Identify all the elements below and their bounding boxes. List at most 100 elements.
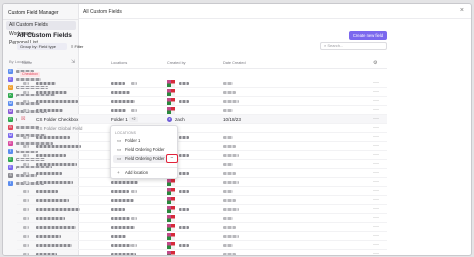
more-icon[interactable]: ··· — [373, 98, 379, 104]
location-avatar: M — [8, 132, 13, 138]
redacted-text — [111, 208, 125, 211]
more-icon[interactable]: ··· — [373, 107, 379, 113]
redacted-text — [223, 226, 236, 229]
field-icon — [23, 100, 29, 103]
more-icon[interactable]: ··· — [373, 206, 379, 212]
table-row[interactable]: ··· — [17, 106, 387, 115]
popover-header: LOCATIONS — [115, 131, 137, 135]
redacted-text — [111, 235, 126, 238]
table-row[interactable]: ··· — [17, 223, 387, 232]
redacted-text — [111, 181, 138, 184]
more-icon[interactable]: ··· — [373, 143, 379, 149]
redacted-text — [36, 217, 65, 220]
table-row[interactable]: ··· — [17, 79, 387, 88]
more-icon[interactable]: ··· — [373, 233, 379, 239]
table-row[interactable]: ··· — [17, 133, 387, 142]
table-row[interactable]: ··· — [17, 151, 387, 160]
table-row[interactable]: ··· — [17, 187, 387, 196]
avatar — [167, 215, 175, 222]
table-row[interactable]: ··· — [17, 214, 387, 223]
more-icon[interactable]: ··· — [373, 179, 379, 185]
table-row[interactable]: ··· — [17, 178, 387, 187]
collapse-icon[interactable]: ⇲ — [71, 59, 75, 65]
add-location-button[interactable]: + Add location — [113, 169, 175, 177]
more-icon[interactable]: ··· — [373, 116, 379, 122]
create-field-button[interactable]: Create new field — [349, 31, 387, 40]
more-icon[interactable]: ··· — [373, 80, 379, 86]
field-icon — [23, 136, 29, 139]
search-input[interactable]: ⌕ Search... — [320, 42, 387, 50]
field-icon — [23, 109, 29, 112]
location-avatar: E — [8, 68, 13, 74]
sidebar-item-all-fields[interactable]: All Custom Fields — [6, 21, 76, 30]
gear-icon[interactable]: ⚙ — [373, 60, 377, 66]
redacted-text — [111, 199, 134, 202]
field-location: Folder 1 — [111, 117, 128, 122]
popover-location-item[interactable]: ▭ Folder 1 — [113, 137, 175, 145]
more-icon[interactable]: ··· — [373, 125, 379, 131]
location-count-badge[interactable]: +2 — [129, 117, 138, 122]
field-icon — [23, 253, 29, 255]
field-icon — [23, 226, 29, 229]
field-icon — [23, 181, 29, 184]
field-icon — [23, 244, 29, 247]
created-by: zach — [175, 117, 185, 122]
more-icon[interactable]: ··· — [373, 215, 379, 221]
table-row[interactable]: ··· — [17, 241, 387, 250]
redacted-text — [36, 181, 73, 184]
redacted-text — [223, 235, 239, 238]
more-icon[interactable]: ··· — [373, 161, 379, 167]
more-icon[interactable]: ··· — [373, 152, 379, 158]
location-avatar: C — [8, 84, 13, 90]
more-icon[interactable]: ··· — [373, 89, 379, 95]
filter-button[interactable]: ≡ Filter — [71, 43, 83, 50]
redacted-text — [111, 217, 130, 220]
avatar — [167, 242, 175, 249]
field-icon — [23, 235, 29, 238]
group-by-button[interactable]: Group by: Field type — [17, 43, 67, 50]
table-row[interactable]: ··· — [17, 169, 387, 178]
redacted-text — [36, 109, 63, 112]
more-icon[interactable]: ··· — [373, 170, 379, 176]
table-row[interactable]: ··· — [17, 142, 387, 151]
more-icon[interactable]: ··· — [373, 197, 379, 203]
more-icon[interactable]: ··· — [373, 242, 379, 248]
table-row[interactable]: ··· — [17, 250, 387, 255]
divider — [3, 19, 79, 20]
avatar — [167, 107, 175, 114]
filter-label: Filter — [74, 44, 84, 49]
locations-popover: LOCATIONS ▭ Folder 1 ▭ Field Ordering Fo… — [110, 125, 178, 179]
table-row[interactable]: CS Folder Global Field ··· — [17, 124, 387, 133]
redacted-text — [223, 136, 233, 139]
field-name: CS Folder Checkbox — [36, 117, 79, 122]
redacted-text — [36, 172, 62, 175]
more-icon[interactable]: ··· — [373, 224, 379, 230]
minus-icon[interactable]: − — [166, 154, 178, 163]
table-row[interactable]: ··· — [17, 196, 387, 205]
topbar-title: All Custom Fields — [83, 9, 122, 15]
redacted-text — [179, 136, 189, 139]
table-row[interactable]: ··· — [17, 160, 387, 169]
more-icon[interactable]: ··· — [373, 251, 379, 255]
close-icon[interactable]: × — [460, 7, 464, 14]
table-row[interactable]: ··· — [17, 88, 387, 97]
location-avatar: B — [8, 124, 13, 130]
redacted-text — [179, 82, 189, 85]
more-icon[interactable]: ··· — [373, 188, 379, 194]
column-created-by[interactable]: Created by — [167, 61, 186, 65]
avatar — [167, 98, 175, 105]
more-icon[interactable]: ··· — [373, 134, 379, 140]
column-locations[interactable]: Locations — [111, 61, 127, 65]
column-date-created[interactable]: Date Created — [223, 61, 246, 65]
redacted-text — [36, 163, 77, 166]
table-row[interactable]: ☒ CS Folder Checkbox Folder 1 +2 Zzach 10/18/… — [17, 115, 387, 124]
table-row[interactable]: ··· — [17, 205, 387, 214]
field-icon — [23, 190, 29, 193]
table-row[interactable]: ··· — [17, 97, 387, 106]
popover-location-item[interactable]: ▭ Field Ordering Folder — [113, 146, 175, 154]
redacted-text — [36, 136, 70, 139]
field-icon — [23, 163, 29, 166]
table-row[interactable]: ··· — [17, 232, 387, 241]
field-name: CS Folder Global Field — [36, 126, 83, 131]
column-name[interactable]: Name — [22, 61, 32, 65]
